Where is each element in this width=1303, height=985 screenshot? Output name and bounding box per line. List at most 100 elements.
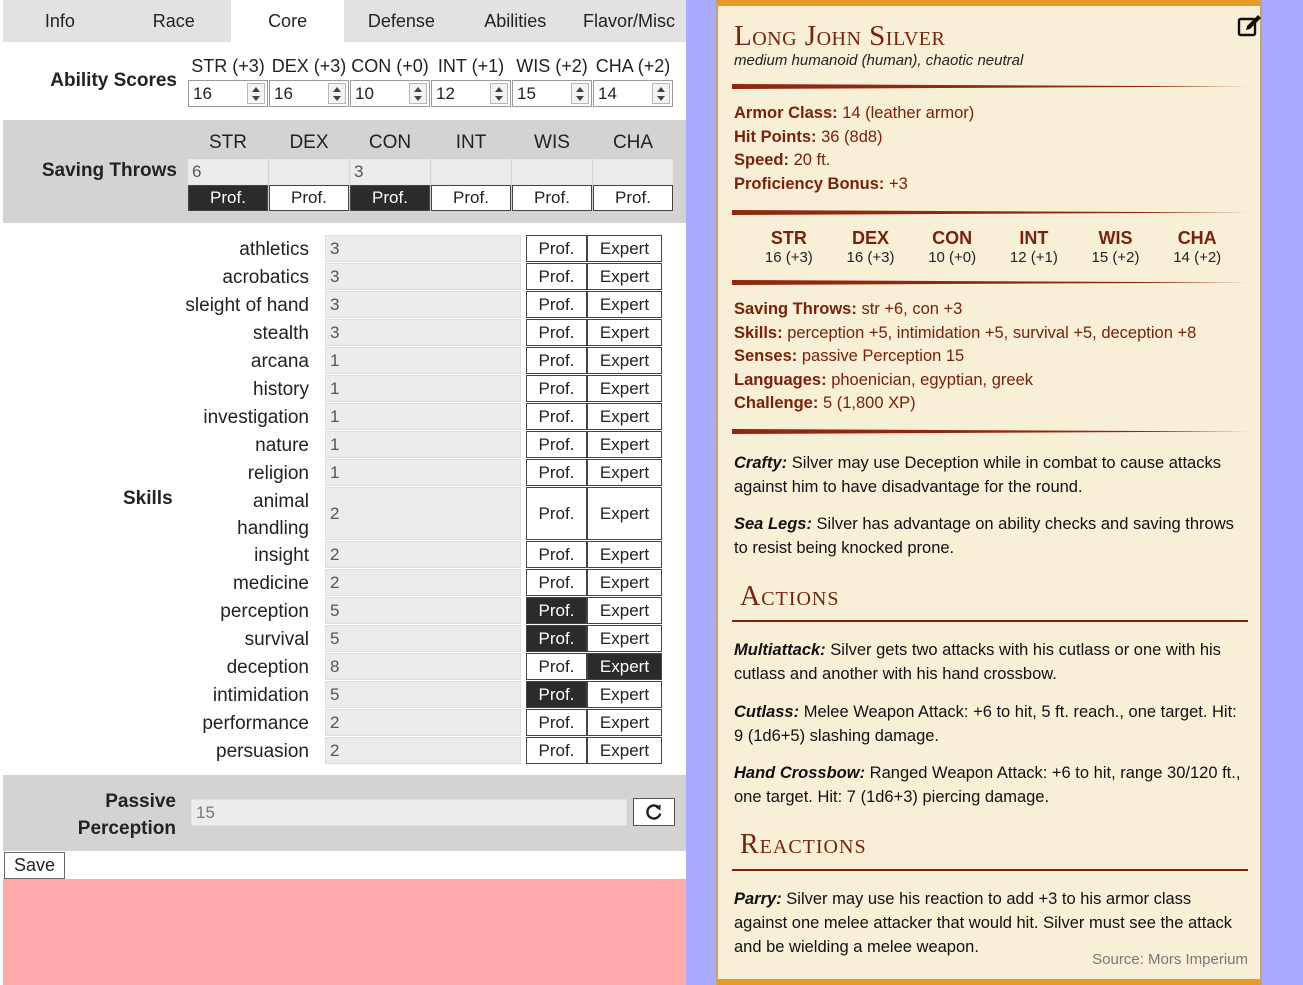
skill-expert-button[interactable]: Expert bbox=[587, 653, 662, 680]
spinner-arrows-icon[interactable] bbox=[247, 83, 265, 104]
skill-prof-button[interactable]: Prof. bbox=[526, 737, 587, 764]
skill-value[interactable]: 8 bbox=[325, 653, 521, 680]
skill-prof-button[interactable]: Prof. bbox=[526, 235, 587, 262]
skill-prof-button[interactable]: Prof. bbox=[526, 569, 587, 596]
tab-race[interactable]: Race bbox=[117, 0, 231, 42]
skill-prof-button[interactable]: Prof. bbox=[526, 431, 587, 458]
spinner-arrows-icon[interactable] bbox=[490, 83, 508, 104]
tab-core[interactable]: Core bbox=[230, 0, 345, 42]
skill-expert-button[interactable]: Expert bbox=[587, 403, 662, 430]
skill-expert-button[interactable]: Expert bbox=[587, 347, 662, 374]
skill-expert-button[interactable]: Expert bbox=[587, 569, 662, 596]
skill-expert-button[interactable]: Expert bbox=[587, 709, 662, 736]
skill-value[interactable]: 5 bbox=[325, 625, 521, 652]
skill-value[interactable]: 1 bbox=[325, 375, 521, 402]
detail-line-value: 5 (1,800 XP) bbox=[818, 394, 916, 412]
tab-flavor-misc[interactable]: Flavor/Misc bbox=[572, 0, 686, 42]
skill-value[interactable]: 3 bbox=[325, 235, 521, 262]
saving-throw-prof-button[interactable]: Prof. bbox=[350, 185, 430, 211]
saving-throw-prof-button[interactable]: Prof. bbox=[512, 185, 592, 211]
skill-prof-button[interactable]: Prof. bbox=[526, 597, 587, 624]
skill-expert-button[interactable]: Expert bbox=[587, 737, 662, 764]
skill-expert-button[interactable]: Expert bbox=[587, 681, 662, 708]
saving-throw-caption: INT bbox=[455, 132, 487, 153]
tab-info[interactable]: Info bbox=[3, 0, 117, 42]
saving-throw-value[interactable]: 6 bbox=[188, 159, 268, 185]
skill-prof-button[interactable]: Prof. bbox=[526, 625, 587, 652]
detail-line-value: passive Perception 15 bbox=[797, 347, 965, 365]
saving-throw-prof-button[interactable]: Prof. bbox=[431, 185, 511, 211]
ability-score-input[interactable]: 14 bbox=[593, 80, 673, 107]
skill-expert-button[interactable]: Expert bbox=[587, 541, 662, 568]
skill-prof-button[interactable]: Prof. bbox=[526, 263, 587, 290]
stat-ability-wis: WIS 15 (+2) bbox=[1075, 228, 1157, 266]
skill-expert-button[interactable]: Expert bbox=[587, 459, 662, 486]
trait: Crafty: Silver may use Deception while i… bbox=[734, 451, 1246, 499]
tab-defense[interactable]: Defense bbox=[344, 0, 458, 42]
skill-value[interactable]: 3 bbox=[325, 263, 521, 290]
saving-throw-prof-button[interactable]: Prof. bbox=[269, 185, 349, 211]
ability-score-input[interactable]: 15 bbox=[512, 80, 592, 107]
skill-prof-button[interactable]: Prof. bbox=[526, 375, 587, 402]
saving-throw-value[interactable] bbox=[593, 159, 673, 185]
saving-throw-value[interactable] bbox=[431, 159, 511, 185]
skill-value[interactable]: 1 bbox=[325, 403, 521, 430]
detail-line-value: perception +5, intimidation +5, survival… bbox=[782, 323, 1197, 342]
skill-value[interactable]: 2 bbox=[325, 709, 521, 736]
skill-value[interactable]: 1 bbox=[325, 431, 521, 458]
skill-prof-button[interactable]: Prof. bbox=[526, 403, 587, 430]
ability-score-input[interactable]: 12 bbox=[431, 80, 511, 107]
skill-expert-button[interactable]: Expert bbox=[587, 319, 662, 346]
skill-expert-button[interactable]: Expert bbox=[587, 291, 662, 318]
saving-throw-value[interactable] bbox=[269, 159, 349, 185]
saving-throw-value[interactable] bbox=[512, 159, 592, 185]
skill-prof-button[interactable]: Prof. bbox=[526, 681, 587, 708]
skill-expert-button[interactable]: Expert bbox=[587, 487, 662, 540]
ability-score-int: INT (+1) 12 bbox=[431, 56, 511, 107]
skill-name: investigation bbox=[203, 407, 309, 428]
trait: Sea Legs: Silver has advantage on abilit… bbox=[734, 512, 1246, 560]
save-button[interactable]: Save bbox=[4, 852, 65, 879]
skill-prof-button[interactable]: Prof. bbox=[526, 319, 587, 346]
saving-throw-prof-button[interactable]: Prof. bbox=[593, 185, 673, 211]
spinner-arrows-icon[interactable] bbox=[328, 83, 346, 104]
skill-value[interactable]: 5 bbox=[325, 681, 521, 708]
skill-expert-button[interactable]: Expert bbox=[587, 625, 662, 652]
passive-perception-field[interactable]: 15 bbox=[191, 799, 627, 826]
skill-value[interactable]: 2 bbox=[325, 737, 521, 764]
skill-expert-button[interactable]: Expert bbox=[587, 235, 662, 262]
skill-value[interactable]: 2 bbox=[325, 541, 521, 568]
skill-value[interactable]: 3 bbox=[325, 291, 521, 318]
skill-expert-button[interactable]: Expert bbox=[587, 375, 662, 402]
refresh-button[interactable] bbox=[633, 798, 675, 826]
spinner-arrows-icon[interactable] bbox=[571, 83, 589, 104]
skill-prof-button[interactable]: Prof. bbox=[526, 291, 587, 318]
stat-ability-score: 10 (+0) bbox=[928, 249, 977, 266]
skill-prof-button[interactable]: Prof. bbox=[526, 709, 587, 736]
skill-expert-button[interactable]: Expert bbox=[587, 263, 662, 290]
ability-caption: STR (+3) bbox=[191, 56, 265, 76]
spinner-arrows-icon[interactable] bbox=[409, 83, 427, 104]
skill-value[interactable]: 3 bbox=[325, 319, 521, 346]
skill-prof-button[interactable]: Prof. bbox=[526, 347, 587, 374]
skill-value[interactable]: 2 bbox=[325, 487, 521, 540]
stat-ability-score: 15 (+2) bbox=[1091, 249, 1140, 266]
skill-prof-button[interactable]: Prof. bbox=[526, 459, 587, 486]
ability-score-input[interactable]: 16 bbox=[188, 80, 268, 107]
saving-throw-value[interactable]: 3 bbox=[350, 159, 430, 185]
spinner-arrows-icon[interactable] bbox=[652, 83, 670, 104]
ability-score-input[interactable]: 10 bbox=[350, 80, 430, 107]
skill-value[interactable]: 5 bbox=[325, 597, 521, 624]
skill-value[interactable]: 1 bbox=[325, 459, 521, 486]
skill-expert-button[interactable]: Expert bbox=[587, 431, 662, 458]
saving-throw-prof-button[interactable]: Prof. bbox=[188, 185, 268, 211]
tab-abilities[interactable]: Abilities bbox=[458, 0, 572, 42]
skill-prof-button[interactable]: Prof. bbox=[526, 487, 587, 540]
skill-value[interactable]: 2 bbox=[325, 569, 521, 596]
ability-score-input[interactable]: 16 bbox=[269, 80, 349, 107]
skill-expert-button[interactable]: Expert bbox=[587, 597, 662, 624]
edit-icon[interactable] bbox=[1236, 12, 1264, 40]
skill-prof-button[interactable]: Prof. bbox=[526, 653, 587, 680]
skill-prof-button[interactable]: Prof. bbox=[526, 541, 587, 568]
skill-value[interactable]: 1 bbox=[325, 347, 521, 374]
